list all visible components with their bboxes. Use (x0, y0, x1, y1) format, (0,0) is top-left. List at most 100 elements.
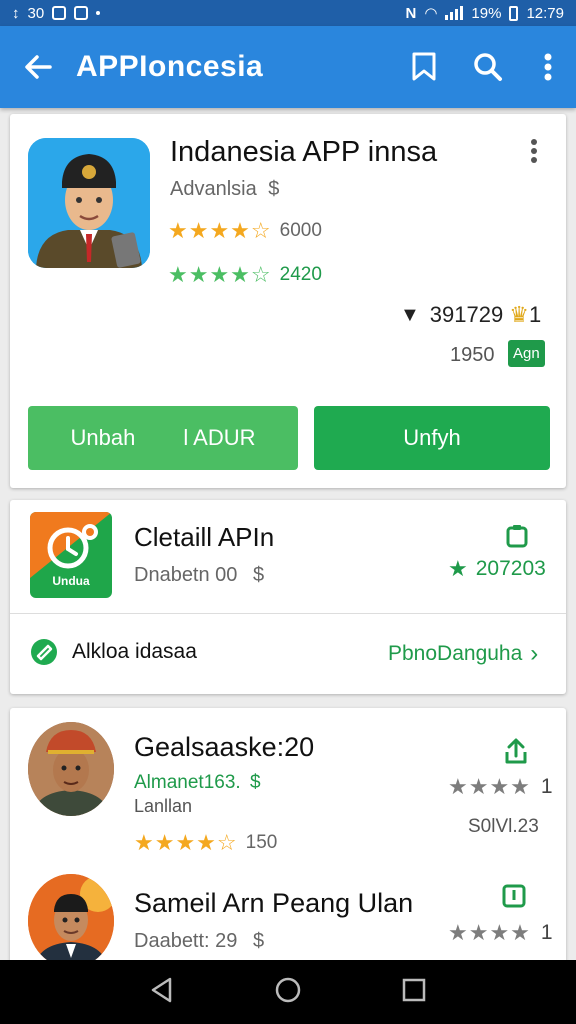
list-item-save-button[interactable] (502, 884, 526, 913)
share-icon (505, 738, 527, 764)
stats-row: ▼ 391729 ♛ 1 (400, 302, 541, 328)
star-icon: ★ (448, 556, 468, 581)
rating-stars-grey: ★★★★ (448, 920, 531, 945)
size-text: 1950 (450, 344, 495, 366)
list-item-right-rating: ★★★★ 1 (448, 774, 553, 800)
list-item-title: Gealsaaske:20 (134, 732, 315, 762)
rating-stars: ★★★★☆ (168, 218, 272, 243)
list-item-avatar (28, 874, 114, 968)
detail-rating-row: ★ 207203 (448, 556, 546, 582)
system-nav-bar (0, 960, 576, 1024)
card-menu-button[interactable] (530, 138, 538, 169)
list-item-right-text: S0lVl.23 (468, 816, 539, 837)
list-item-sub-row: Daabett: 29 $ (134, 930, 264, 953)
back-button[interactable] (0, 26, 76, 108)
rating-number: 1 (540, 921, 553, 944)
notification-icon (52, 6, 67, 20)
dollar-icon: $ (268, 178, 280, 200)
wifi-icon: ◠ (424, 5, 438, 22)
usb-icon: ↕ (12, 4, 20, 22)
uninstall-label-extra: l ADUR (183, 425, 256, 450)
list-item[interactable]: Sameil Arn Peang Ulan Daabett: 29 $ ★★★★… (10, 868, 566, 968)
rating-row-2: ★★★★☆ 2420 (168, 262, 322, 288)
person-avatar-icon (28, 874, 114, 968)
app-title: APPIoncesia (76, 50, 264, 83)
search-icon (474, 53, 502, 81)
nav-recents-button[interactable] (402, 978, 426, 1007)
app-title: Indanesia APP innsa (170, 136, 438, 168)
detail-link-row[interactable]: Alkloa idasaa (30, 638, 197, 666)
list-item-green-text: Almanet163. (134, 772, 241, 793)
chevron-right-icon: › (530, 640, 539, 667)
search-button[interactable] (456, 26, 520, 108)
battery-text: 19% (471, 4, 502, 22)
detail-action-link[interactable]: PbnoDanguha › (388, 640, 538, 668)
nav-home-button[interactable] (275, 977, 301, 1008)
overflow-menu-button[interactable] (520, 26, 576, 108)
stat-badge: 1 (528, 302, 542, 327)
download-icon: ▼ (400, 303, 420, 326)
detail-subtitle: Dnabetn 00 (134, 564, 238, 586)
tag-icon (31, 639, 57, 665)
list-item-right-rating: ★★★★ 1 (448, 920, 553, 946)
image-icon (74, 6, 89, 20)
detail-action-label: PbnoDanguha (388, 642, 523, 665)
rating-count: 150 (245, 832, 278, 853)
detail-rating-value: 207203 (475, 557, 546, 580)
app-icon[interactable] (28, 138, 150, 268)
list-item[interactable]: Gealsaaske:20 Almanet163. $ Lanllan ★★★★… (10, 708, 566, 858)
developer-name: Advanlsia (170, 178, 257, 200)
detail-subtitle-row: Dnabetn 00 $ (134, 564, 264, 587)
back-triangle-icon (152, 977, 172, 1002)
back-arrow-icon (25, 55, 52, 79)
stat-value: 391729 (429, 302, 504, 327)
detail-title: Cletaill APIn (134, 522, 275, 552)
more-notifications-icon (96, 11, 101, 15)
bookmark-icon (412, 52, 436, 81)
signal-icon (445, 6, 464, 20)
rating-stars: ★★★★☆ (134, 830, 238, 855)
rating-row-1: ★★★★☆ 6000 (168, 218, 322, 244)
detail-icon-label: Undua (52, 574, 90, 588)
clock: 12:79 (526, 4, 564, 22)
rating-count-green: 2420 (279, 264, 322, 285)
person-avatar-icon (28, 138, 150, 268)
dollar-icon: $ (252, 564, 265, 586)
rating-stars-grey: ★★★★ (448, 774, 531, 799)
install-label: Unfyh (403, 425, 461, 450)
recents-square-icon (402, 978, 425, 1001)
share-button[interactable] (504, 738, 528, 769)
home-circle-icon (275, 977, 301, 1002)
dollar-icon: $ (249, 772, 261, 793)
detail-card: Undua Cletaill APIn Dnabetn 00 $ ★ 20720… (10, 500, 566, 694)
detail-app-icon[interactable]: Undua (30, 512, 112, 598)
install-button[interactable]: Unfyh (314, 406, 550, 470)
download-box-icon (502, 884, 526, 908)
uninstall-label: Unbah (70, 425, 136, 450)
nav-back-button[interactable] (150, 977, 174, 1008)
person-avatar-icon (28, 722, 114, 816)
detail-save-button[interactable] (506, 524, 528, 553)
app-bar: APPIoncesia (0, 26, 576, 108)
detail-link-text: Alkloa idasaa (72, 640, 197, 663)
rating-stars-green: ★★★★☆ (168, 262, 272, 287)
more-vert-icon (531, 139, 537, 163)
list-item-rating-row: ★★★★☆ 150 (134, 830, 277, 856)
list-item-green-row: Almanet163. $ (134, 772, 261, 794)
dollar-icon: $ (252, 930, 265, 952)
uninstall-button[interactable]: Unbah l ADUR (28, 406, 298, 470)
rating-count: 6000 (279, 220, 322, 241)
developer-row: Advanlsia $ (170, 178, 279, 201)
app-list-card: Gealsaaske:20 Almanet163. $ Lanllan ★★★★… (10, 708, 566, 968)
rating-number: 1 (540, 775, 553, 798)
bookmark-button[interactable] (392, 26, 456, 108)
list-item-subtext: Daabett: 29 (134, 930, 238, 952)
clipboard-icon (506, 525, 528, 548)
age-tag: Agn (508, 340, 545, 367)
divider (10, 613, 566, 614)
more-vert-icon (544, 53, 552, 81)
status-left-text: 30 (27, 4, 45, 22)
status-bar: ↕ 30 N ◠ 19% 12:79 (0, 0, 576, 26)
battery-icon (509, 5, 519, 21)
nfc-icon: N (405, 4, 417, 22)
